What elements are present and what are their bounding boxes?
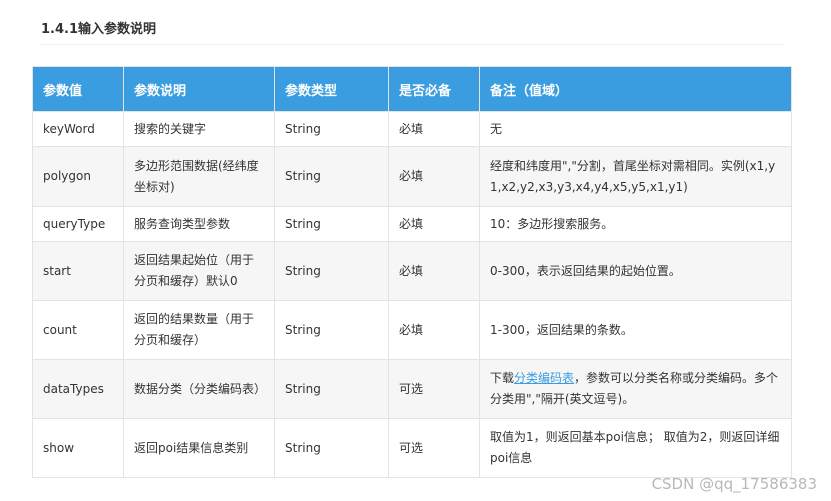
table-row: polygon 多边形范围数据(经纬度坐标对) String 必填 经度和纬度用…	[32, 146, 792, 207]
cell-param: count	[32, 300, 124, 360]
cell-desc: 返回结果起始位（用于分页和缓存）默认0	[123, 241, 275, 301]
cell-required: 必填	[388, 241, 480, 301]
cell-note: 无	[479, 111, 792, 147]
cell-desc: 数据分类（分类编码表）	[123, 359, 275, 419]
header-desc: 参数说明	[123, 66, 275, 112]
cell-required: 可选	[388, 418, 480, 478]
cell-param: polygon	[32, 146, 124, 207]
cell-type: String	[274, 418, 389, 478]
note-text-before: 下载	[490, 371, 515, 385]
section-title: 1.4.1输入参数说明	[41, 22, 157, 37]
cell-param: keyWord	[32, 111, 124, 147]
cell-desc: 搜索的关键字	[123, 111, 275, 147]
cell-param: queryType	[32, 206, 124, 242]
cell-note: 经度和纬度用","分割，首尾坐标对需相同。实例(x1,y1,x2,y2,x3,y…	[479, 146, 792, 207]
table-row: queryType 服务查询类型参数 String 必填 10：多边形搜索服务。	[32, 206, 792, 242]
table-row: dataTypes 数据分类（分类编码表） String 可选 下载分类编码表，…	[32, 359, 792, 419]
cell-type: String	[274, 359, 389, 419]
table-row: count 返回的结果数量（用于分页和缓存） String 必填 1-300，返…	[32, 300, 792, 360]
cell-desc: 返回的结果数量（用于分页和缓存）	[123, 300, 275, 360]
table-row: start 返回结果起始位（用于分页和缓存）默认0 String 必填 0-30…	[32, 241, 792, 301]
cell-type: String	[274, 146, 389, 207]
title-divider	[41, 44, 783, 45]
header-param: 参数值	[32, 66, 124, 112]
cell-required: 必填	[388, 111, 480, 147]
table-row: keyWord 搜索的关键字 String 必填 无	[32, 111, 792, 147]
cell-type: String	[274, 300, 389, 360]
header-type: 参数类型	[274, 66, 389, 112]
cell-param: show	[32, 418, 124, 478]
cell-note: 下载分类编码表，参数可以分类名称或分类编码。多个分类用","隔开(英文逗号)。	[479, 359, 792, 419]
cell-required: 必填	[388, 146, 480, 207]
cell-required: 可选	[388, 359, 480, 419]
cell-required: 必填	[388, 300, 480, 360]
csdn-watermark: CSDN @qq_17586383	[651, 475, 817, 493]
cell-type: String	[274, 206, 389, 242]
cell-type: String	[274, 241, 389, 301]
cell-type: String	[274, 111, 389, 147]
header-note: 备注（值域）	[479, 66, 792, 112]
params-table: 参数值 参数说明 参数类型 是否必备 备注（值域） keyWord 搜索的关键字…	[32, 66, 792, 478]
category-code-table-link[interactable]: 分类编码表	[514, 371, 574, 385]
cell-note: 0-300，表示返回结果的起始位置。	[479, 241, 792, 301]
table-row: show 返回poi结果信息类别 String 可选 取值为1，则返回基本poi…	[32, 418, 792, 478]
cell-note: 取值为1，则返回基本poi信息； 取值为2，则返回详细poi信息	[479, 418, 792, 478]
cell-note: 10：多边形搜索服务。	[479, 206, 792, 242]
cell-note: 1-300，返回结果的条数。	[479, 300, 792, 360]
cell-param: dataTypes	[32, 359, 124, 419]
cell-desc: 多边形范围数据(经纬度坐标对)	[123, 146, 275, 207]
cell-param: start	[32, 241, 124, 301]
cell-desc: 返回poi结果信息类别	[123, 418, 275, 478]
cell-desc: 服务查询类型参数	[123, 206, 275, 242]
header-required: 是否必备	[388, 66, 480, 112]
table-header-row: 参数值 参数说明 参数类型 是否必备 备注（值域）	[32, 66, 792, 112]
cell-required: 必填	[388, 206, 480, 242]
